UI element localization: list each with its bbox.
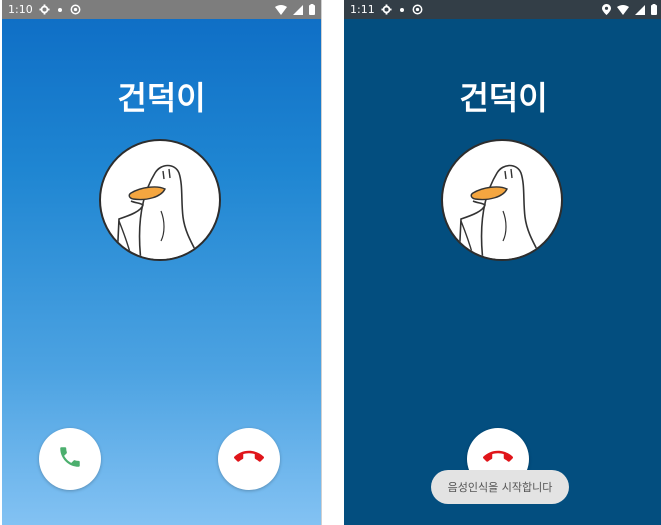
call-screen: 건덕이 음성인식을 시작합니다	[344, 19, 661, 525]
location-icon	[602, 4, 611, 15]
active-call-screen: 1:11 건덕이 음성인식을 시작합니다	[344, 0, 661, 525]
decline-call-button[interactable]	[218, 428, 280, 490]
caller-avatar	[99, 139, 221, 261]
sync-icon	[70, 4, 81, 15]
status-time: 1:10	[8, 3, 33, 16]
status-time: 1:11	[350, 3, 375, 16]
sync-icon	[412, 4, 423, 15]
call-screen: 건덕이	[2, 19, 321, 525]
status-bar: 1:11	[344, 0, 661, 19]
notification-dot-icon	[56, 6, 64, 14]
wifi-icon	[617, 4, 629, 15]
duck-illustration	[116, 164, 201, 259]
voice-recognition-toast: 음성인식을 시작합니다	[431, 470, 569, 504]
signal-icon	[635, 4, 645, 15]
gear-icon	[39, 4, 50, 15]
battery-icon	[651, 4, 657, 15]
caller-name: 건덕이	[117, 79, 206, 117]
incoming-call-screen: 1:10 건덕이	[2, 0, 322, 525]
phone-decline-icon	[234, 442, 264, 476]
caller-name: 건덕이	[459, 79, 548, 117]
caller-avatar	[441, 139, 563, 261]
signal-icon	[293, 4, 303, 15]
gear-icon	[381, 4, 392, 15]
status-bar: 1:10	[2, 0, 321, 19]
wifi-icon	[275, 4, 287, 15]
battery-icon	[309, 4, 315, 15]
duck-illustration	[458, 164, 543, 259]
accept-call-button[interactable]	[39, 428, 101, 490]
phone-accept-icon	[57, 444, 83, 474]
notification-dot-icon	[398, 6, 406, 14]
